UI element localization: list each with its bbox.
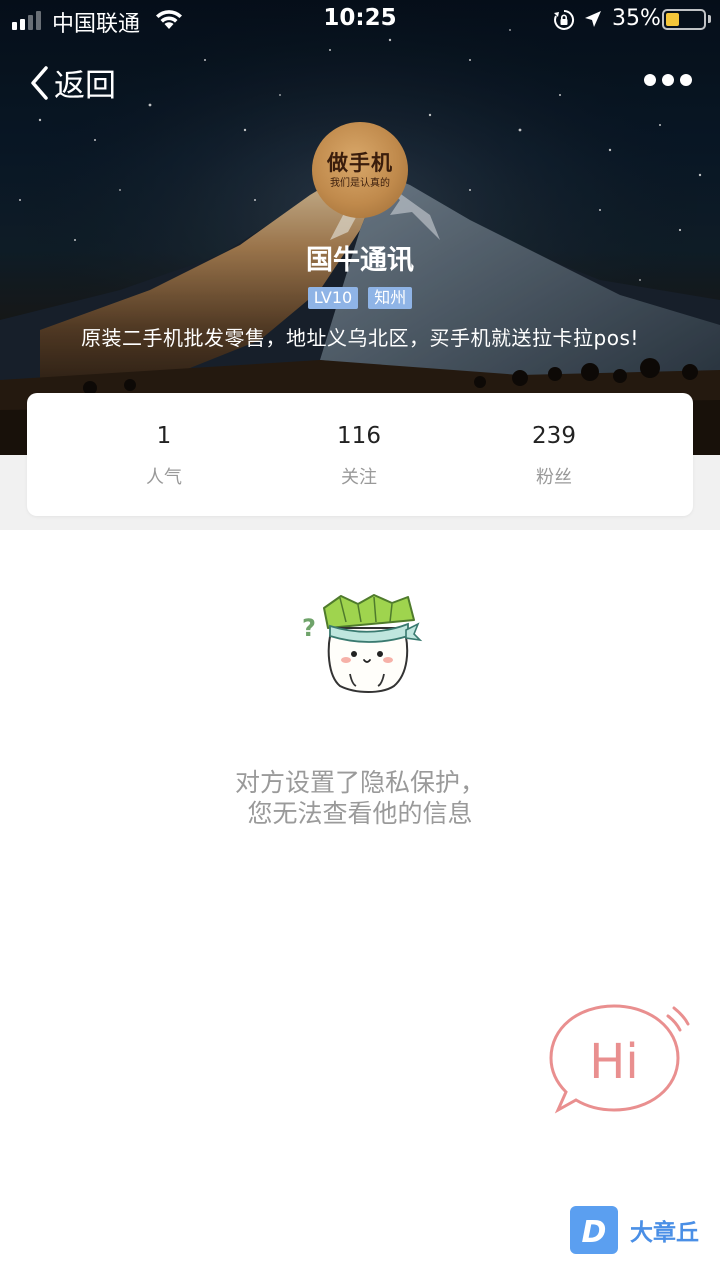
stat-popularity[interactable]: 1 人气 [69,393,259,516]
stats-card: 1 人气 116 关注 239 粉丝 [27,393,693,516]
svg-text:?: ? [302,614,316,642]
avatar-title: 做手机 [327,150,393,175]
battery-icon [662,9,706,30]
battery-percent: 35% [612,6,661,31]
battery-tip [708,15,711,23]
stat-followers-label: 粉丝 [536,467,572,488]
avatar[interactable]: 做手机 我们是认真的 [312,122,408,218]
status-bar: 中国联通 10:25 35% [0,0,720,40]
rotation-lock-icon [553,9,575,35]
watermark: D 大章丘 [570,1206,699,1254]
hi-bubble-icon: Hi [549,1004,690,1114]
chevron-left-icon [31,65,48,100]
stat-followers[interactable]: 239 粉丝 [459,393,649,516]
privacy-message: 对方设置了隐私保护， 您无法查看他的信息 [0,767,720,829]
hi-text: Hi [589,1034,638,1090]
more-dot [662,74,674,86]
privacy-message-line1: 对方设置了隐私保护， [234,768,485,797]
title-badge: 知州 [368,287,413,309]
watermark-logo-letter: D [582,1215,607,1250]
location-arrow-icon [583,9,603,33]
more-options-button[interactable] [644,68,692,92]
profile-bio: 原装二手机批发零售，地址义乌北区，买手机就送拉卡拉pos! [81,326,639,350]
watermark-logo: D [570,1206,618,1254]
profile-badges: LV10 知州 [0,287,720,309]
say-hi-button[interactable]: Hi [546,1000,696,1124]
stat-popularity-value: 1 [156,423,172,449]
privacy-message-line2: 您无法查看他的信息 [247,799,473,828]
watermark-text: 大章丘 [630,1220,699,1246]
avatar-subtitle: 我们是认真的 [330,177,390,189]
stat-following[interactable]: 116 关注 [264,393,454,516]
more-dots-icon [644,74,656,86]
stat-following-value: 116 [337,423,381,449]
battery-level [666,13,679,26]
profile-page: 中国联通 10:25 35% 返回 做手机 我们是认真的 国牛通讯 LV10 知… [0,0,720,1280]
back-button[interactable]: 返回 [28,60,116,105]
stat-popularity-label: 人气 [146,467,182,488]
profile-name: 国牛通讯 [306,245,414,276]
stat-following-label: 关注 [341,467,377,488]
level-badge: LV10 [307,287,359,309]
mascot-illustration: ? [296,588,426,702]
stat-followers-value: 239 [532,423,576,449]
more-dot [680,74,692,86]
back-label: 返回 [54,68,116,104]
